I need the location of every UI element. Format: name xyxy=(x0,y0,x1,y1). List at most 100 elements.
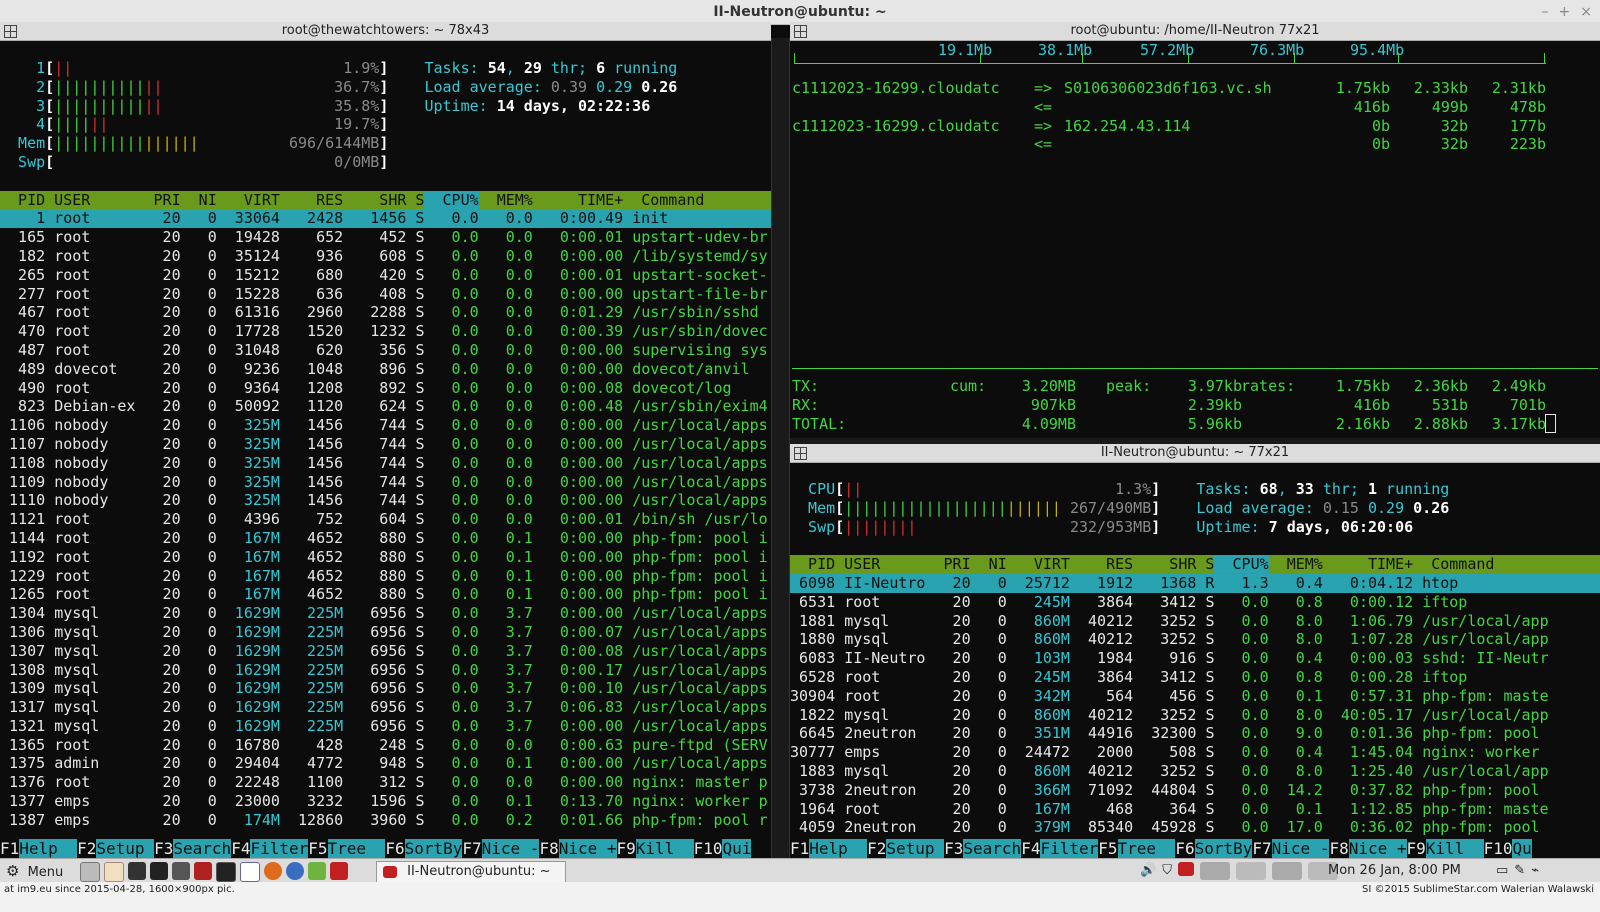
process-row[interactable]: 1308 mysql 20 0 1629M 225M 6956 S 0.0 3.… xyxy=(0,661,771,680)
terminal-icon[interactable] xyxy=(216,862,236,882)
process-row[interactable]: 1110 nobody 20 0 325M 1456 744 S 0.0 0.0… xyxy=(0,491,771,510)
process-row[interactable]: 1376 root 20 0 22248 1100 312 S 0.0 0.0 … xyxy=(0,773,771,792)
fkey-f8[interactable]: F8Nice + xyxy=(539,839,617,858)
process-row[interactable]: 30777 emps 20 0 24472 2000 508 S 0.0 0.4… xyxy=(790,743,1600,762)
process-row[interactable]: 265 root 20 0 15212 680 420 S 0.0 0.0 0:… xyxy=(0,266,771,285)
process-row[interactable]: 1377 emps 20 0 23000 3232 1596 S 0.0 0.1… xyxy=(0,792,771,811)
process-row[interactable]: 1317 mysql 20 0 1629M 225M 6956 S 0.0 3.… xyxy=(0,698,771,717)
system-monitor-icon[interactable] xyxy=(128,862,146,880)
process-row[interactable]: 467 root 20 0 61316 2960 2288 S 0.0 0.0 … xyxy=(0,303,771,322)
shield-icon[interactable]: ⛉ xyxy=(1162,861,1172,881)
taskbar-window-button[interactable]: II-Neutron@ubuntu: ~ xyxy=(376,861,566,883)
terminal-grid-icon[interactable] xyxy=(794,447,807,460)
workspace-2-icon[interactable] xyxy=(1235,862,1266,880)
fkey-f9[interactable]: F9Kill xyxy=(617,839,694,858)
workspace-3-icon[interactable] xyxy=(1271,862,1302,880)
process-row[interactable]: 277 root 20 0 15228 636 408 S 0.0 0.0 0:… xyxy=(0,285,771,304)
iftop-pane[interactable]: root@ubuntu: /home/II-Neutron 77x21 19.1… xyxy=(790,22,1600,438)
fkey-f5[interactable]: F5Tree xyxy=(308,839,386,858)
htop-output[interactable]: 1[|| 1.9%] Tasks: 54, 29 thr; 6 running … xyxy=(0,41,771,830)
firefox-icon[interactable] xyxy=(264,862,282,880)
process-row[interactable]: 823 Debian-ex 20 0 50092 1120 624 S 0.0 … xyxy=(0,397,771,416)
process-row[interactable]: 4059 2neutron 20 0 379M 85340 45928 S 0.… xyxy=(790,818,1600,837)
process-row[interactable]: 487 root 20 0 31048 620 356 S 0.0 0.0 0:… xyxy=(0,341,771,360)
process-row[interactable]: 1106 nobody 20 0 325M 1456 744 S 0.0 0.0… xyxy=(0,416,771,435)
fkey-f9[interactable]: F9Kill xyxy=(1407,839,1484,858)
process-row[interactable]: 490 root 20 0 9364 1208 892 S 0.0 0.0 0:… xyxy=(0,379,771,398)
fkey-f4[interactable]: F4Filter xyxy=(1021,839,1099,858)
process-row[interactable]: 1964 root 20 0 167M 468 364 S 0.0 0.1 1:… xyxy=(790,800,1600,819)
menu-button[interactable]: ⚙ Menu xyxy=(6,861,63,881)
mint-icon[interactable] xyxy=(308,862,326,880)
fkey-f4[interactable]: F4Filter xyxy=(231,839,309,858)
brush-icon[interactable]: ⌁ xyxy=(1531,861,1539,881)
process-row[interactable]: 470 root 20 0 17728 1520 1232 S 0.0 0.0 … xyxy=(0,322,771,341)
process-row[interactable]: 30904 root 20 0 342M 564 456 S 0.0 0.1 0… xyxy=(790,687,1600,706)
clock[interactable]: Mon 26 Jan, 8:00 PM xyxy=(1328,861,1461,881)
process-row[interactable]: 1306 mysql 20 0 1629M 225M 6956 S 0.0 3.… xyxy=(0,623,771,642)
process-row[interactable]: 1107 nobody 20 0 325M 1456 744 S 0.0 0.0… xyxy=(0,435,771,454)
process-row[interactable]: 6645 2neutron 20 0 351M 44916 32300 S 0.… xyxy=(790,724,1600,743)
fkey-f8[interactable]: F8Nice + xyxy=(1329,839,1407,858)
fkey-f5[interactable]: F5Tree xyxy=(1098,839,1176,858)
process-row[interactable]: 3738 2neutron 20 0 366M 71092 44804 S 0.… xyxy=(790,781,1600,800)
app-red-icon[interactable] xyxy=(194,862,212,880)
screenshot-icon[interactable]: ▭ xyxy=(1496,861,1508,881)
pane-title-bar[interactable]: II-Neutron@ubuntu: ~ 77x21 xyxy=(790,444,1600,463)
process-row[interactable]: 165 root 20 0 19428 652 452 S 0.0 0.0 0:… xyxy=(0,228,771,247)
calculator-icon[interactable] xyxy=(172,862,190,880)
process-row[interactable]: 489 dovecot 20 0 9236 1048 896 S 0.0 0.0… xyxy=(0,360,771,379)
htop-output[interactable]: CPU[|| 1.3%] Tasks: 68, 33 thr; 1 runnin… xyxy=(790,463,1600,837)
process-row[interactable]: 1192 root 20 0 167M 4652 880 S 0.0 0.1 0… xyxy=(0,548,771,567)
process-row[interactable]: 1229 root 20 0 167M 4652 880 S 0.0 0.1 0… xyxy=(0,567,771,586)
process-row[interactable]: 1880 mysql 20 0 860M 40212 3252 S 0.0 8.… xyxy=(790,630,1600,649)
process-row[interactable]: 1144 root 20 0 167M 4652 880 S 0.0 0.1 0… xyxy=(0,529,771,548)
process-row[interactable]: 6083 II-Neutro 20 0 103M 1984 916 S 0.0 … xyxy=(790,649,1600,668)
fkey-f2[interactable]: F2Setup xyxy=(77,839,155,858)
minimize-button[interactable]: – xyxy=(1542,4,1549,20)
fkey-f7[interactable]: F7Nice - xyxy=(462,839,540,858)
pane-title-bar[interactable]: root@thewatchtowers: ~ 78x43 xyxy=(0,22,771,41)
text-editor-icon[interactable] xyxy=(104,862,124,882)
fkey-f1[interactable]: F1Help xyxy=(0,839,78,858)
process-table-header[interactable]: PID USER PRI NI VIRT RES SHR S CPU% MEM%… xyxy=(0,190,771,210)
process-row[interactable]: 1307 mysql 20 0 1629M 225M 6956 S 0.0 3.… xyxy=(0,642,771,661)
fkey-f2[interactable]: F2Setup xyxy=(867,839,945,858)
browser-icon[interactable] xyxy=(286,862,304,880)
terminal-grid-icon[interactable] xyxy=(4,25,17,38)
process-row[interactable]: 1365 root 20 0 16780 428 248 S 0.0 0.0 0… xyxy=(0,736,771,755)
fkey-f3[interactable]: F3Search xyxy=(944,839,1022,858)
fkey-f7[interactable]: F7Nice - xyxy=(1252,839,1330,858)
show-desktop-icon[interactable] xyxy=(80,862,100,882)
fkey-f10[interactable]: F10Qu xyxy=(1484,839,1532,858)
right-htop-pane[interactable]: II-Neutron@ubuntu: ~ 77x21 CPU[|| 1.3%] … xyxy=(790,444,1600,858)
process-row[interactable]: 1121 root 20 0 4396 752 604 S 0.0 0.0 0:… xyxy=(0,510,771,529)
process-row[interactable]: 6098 II-Neutro 20 0 25712 1912 1368 R 1.… xyxy=(790,573,1600,593)
process-row[interactable]: 6528 root 20 0 245M 3864 3412 S 0.0 0.8 … xyxy=(790,668,1600,687)
process-row[interactable]: 182 root 20 0 35124 936 608 S 0.0 0.0 0:… xyxy=(0,247,771,266)
fkey-f1[interactable]: F1Help xyxy=(790,839,868,858)
fkey-f6[interactable]: F6SortBy xyxy=(385,839,463,858)
process-row[interactable]: 1265 root 20 0 167M 4652 880 S 0.0 0.1 0… xyxy=(0,585,771,604)
process-row[interactable]: 1321 mysql 20 0 1629M 225M 6956 S 0.0 3.… xyxy=(0,717,771,736)
process-row[interactable]: 1 root 20 0 33064 2428 1456 S 0.0 0.0 0:… xyxy=(0,209,771,229)
process-row[interactable]: 1883 mysql 20 0 860M 40212 3252 S 0.0 8.… xyxy=(790,762,1600,781)
workspace-1-icon[interactable] xyxy=(1199,862,1230,880)
iftop-output[interactable]: 19.1Mb 38.1Mb 57.2Mb 76.3Mb 95.4Mb c1112023-1… xyxy=(790,41,1600,438)
terminal-grid-icon[interactable] xyxy=(794,25,807,38)
document-icon[interactable] xyxy=(240,862,260,882)
process-table-header[interactable]: PID USER PRI NI VIRT RES SHR S CPU% MEM%… xyxy=(790,555,1600,574)
filezilla-icon[interactable] xyxy=(330,862,348,880)
maximize-button[interactable]: + xyxy=(1559,4,1571,20)
fkey-f10[interactable]: F10Qui xyxy=(694,839,752,858)
process-row[interactable]: 1375 admin 20 0 29404 4772 948 S 0.0 0.1… xyxy=(0,754,771,773)
app-tray-icon[interactable] xyxy=(1177,862,1194,876)
left-htop-pane[interactable]: root@thewatchtowers: ~ 78x43 1[|| 1.9%] … xyxy=(0,22,771,858)
process-row[interactable]: 1109 nobody 20 0 325M 1456 744 S 0.0 0.0… xyxy=(0,473,771,492)
process-row[interactable]: 1822 mysql 20 0 860M 40212 3252 S 0.0 8.… xyxy=(790,706,1600,725)
process-row[interactable]: 1304 mysql 20 0 1629M 225M 6956 S 0.0 3.… xyxy=(0,604,771,623)
media-player-icon[interactable] xyxy=(150,862,168,880)
fkey-f6[interactable]: F6SortBy xyxy=(1175,839,1253,858)
pen-icon[interactable]: ✎ xyxy=(1514,861,1525,881)
process-row[interactable]: 1881 mysql 20 0 860M 40212 3252 S 0.0 8.… xyxy=(790,612,1600,631)
